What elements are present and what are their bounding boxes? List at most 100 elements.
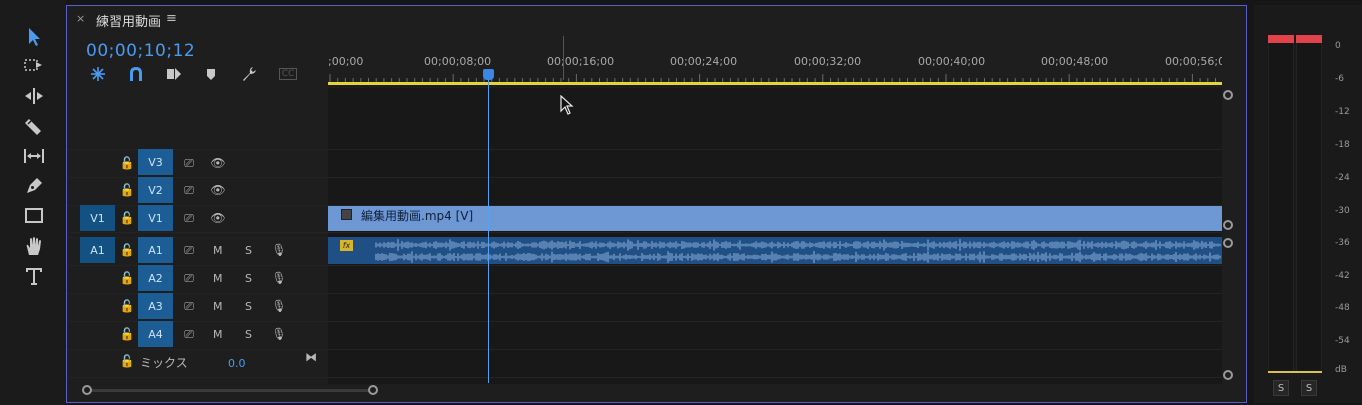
db-scale-label: -36 xyxy=(1335,238,1350,248)
source-patch-a1[interactable]: A1 xyxy=(80,237,115,263)
track-divider xyxy=(67,321,1222,322)
playhead-handle[interactable] xyxy=(483,69,494,80)
vscroll-handle-top[interactable] xyxy=(1223,90,1233,100)
hover-indicator-line xyxy=(563,36,564,80)
timeline-tab-bar xyxy=(67,6,1246,34)
ruler-label: 00;00;48;00 xyxy=(1041,55,1109,68)
db-scale-label: -42 xyxy=(1335,271,1350,281)
microphone-icon[interactable]: 🎙 xyxy=(270,241,288,259)
microphone-icon[interactable]: 🎙 xyxy=(270,325,288,343)
track-area[interactable] xyxy=(328,88,1222,384)
track-target-v3[interactable]: V3 xyxy=(138,149,173,175)
track-select-icon[interactable] xyxy=(20,54,48,78)
track-target-a4[interactable]: A4 xyxy=(138,321,173,347)
tools-panel xyxy=(0,0,66,405)
razor-icon[interactable] xyxy=(20,114,48,138)
ruler-label: 00;00;16;00 xyxy=(547,55,615,68)
mute-button[interactable]: M xyxy=(213,244,223,257)
lock-icon[interactable]: 🔓 xyxy=(118,241,136,259)
slip-icon[interactable] xyxy=(20,144,48,168)
microphone-icon[interactable]: 🎙 xyxy=(270,269,288,287)
playhead-line[interactable] xyxy=(488,75,489,383)
sync-lock-icon[interactable]: ⎚ xyxy=(180,325,198,343)
fx-badge: fx xyxy=(340,240,353,251)
ruler-label: ;00;00 xyxy=(328,55,364,68)
pen-icon[interactable] xyxy=(20,174,48,198)
track-target-a1[interactable]: A1 xyxy=(138,237,173,263)
selection-tool-icon[interactable] xyxy=(20,25,48,49)
hscroll-track[interactable] xyxy=(86,389,374,392)
solo-button[interactable]: S xyxy=(245,300,252,313)
sync-lock-icon[interactable]: ⎚ xyxy=(180,297,198,315)
sync-lock-icon[interactable]: ⎚ xyxy=(180,241,198,259)
db-scale-label: -24 xyxy=(1335,173,1350,183)
captions-icon[interactable]: CC xyxy=(277,65,299,83)
hand-icon[interactable] xyxy=(20,234,48,258)
solo-button[interactable]: S xyxy=(245,328,252,341)
vscroll-handle[interactable] xyxy=(1223,220,1233,230)
db-scale-label: -30 xyxy=(1335,206,1350,216)
lock-icon[interactable]: 🔓 xyxy=(118,154,136,172)
track-target-a2[interactable]: A2 xyxy=(138,265,173,291)
linked-selection-icon[interactable] xyxy=(164,65,184,83)
track-target-v1[interactable]: V1 xyxy=(138,205,173,231)
bowtie-icon[interactable]: ⧓ xyxy=(305,350,317,364)
add-marker-icon[interactable] xyxy=(201,65,221,83)
lock-icon[interactable]: 🔓 xyxy=(118,181,136,199)
microphone-icon[interactable]: 🎙 xyxy=(270,297,288,315)
ruler-label: 00;00;40;00 xyxy=(918,55,986,68)
db-scale-label: -12 xyxy=(1335,107,1350,117)
work-area-bar[interactable] xyxy=(328,82,1222,85)
lock-icon[interactable]: 🔓 xyxy=(118,297,136,315)
waveform-channel xyxy=(375,251,1221,263)
db-scale-label: -48 xyxy=(1335,303,1350,313)
eye-icon[interactable]: 👁 xyxy=(209,209,227,227)
meter-peak-right xyxy=(1296,35,1322,43)
vscroll-handle-bottom[interactable] xyxy=(1223,370,1233,380)
playhead-timecode[interactable]: 00;00;10;12 xyxy=(86,41,195,61)
vscroll-handle[interactable] xyxy=(1223,238,1233,248)
meter-solo-right[interactable]: S xyxy=(1301,380,1317,396)
mouse-cursor-icon xyxy=(560,95,574,115)
captions-label: CC xyxy=(278,68,298,80)
hscroll-handle-right[interactable] xyxy=(368,385,378,395)
audio-waveform xyxy=(375,239,1221,263)
ripple-edit-icon[interactable] xyxy=(20,84,48,108)
eye-icon[interactable]: 👁 xyxy=(209,181,227,199)
rectangle-icon[interactable] xyxy=(20,204,48,228)
sync-lock-icon[interactable]: ⎚ xyxy=(180,269,198,287)
track-target-a3[interactable]: A3 xyxy=(138,293,173,319)
lock-icon[interactable]: 🔓 xyxy=(118,209,136,227)
eye-icon[interactable]: 👁 xyxy=(209,154,227,172)
solo-button[interactable]: S xyxy=(245,244,252,257)
sync-lock-icon[interactable]: ⎚ xyxy=(180,154,198,172)
ruler-label: 00;00;24;00 xyxy=(670,55,738,68)
meter-solo-left[interactable]: S xyxy=(1273,380,1289,396)
meter-level-line xyxy=(1268,371,1322,373)
audio-clip[interactable] xyxy=(328,237,1222,264)
lock-icon[interactable]: 🔓 xyxy=(118,352,136,370)
lock-icon[interactable]: 🔓 xyxy=(118,269,136,287)
track-target-v2[interactable]: V2 xyxy=(138,177,173,203)
meter-right-channel xyxy=(1296,42,1322,372)
snap-magnet-icon[interactable] xyxy=(126,65,146,83)
ruler-label: 00;00;32;00 xyxy=(794,55,862,68)
mix-volume-value[interactable]: 0.0 xyxy=(228,357,246,370)
sync-lock-icon[interactable]: ⎚ xyxy=(180,181,198,199)
mute-button[interactable]: M xyxy=(213,328,223,341)
panel-menu-icon[interactable]: ≡ xyxy=(166,11,177,26)
mute-button[interactable]: M xyxy=(213,272,223,285)
hscroll-handle-left[interactable] xyxy=(82,385,92,395)
sequence-tab-title[interactable]: 練習用動画 xyxy=(96,11,161,30)
snap-nest-icon[interactable] xyxy=(88,65,108,83)
solo-button[interactable]: S xyxy=(245,272,252,285)
mute-button[interactable]: M xyxy=(213,300,223,313)
lock-icon[interactable]: 🔓 xyxy=(118,325,136,343)
tab-close-button[interactable]: × xyxy=(76,12,85,25)
type-icon[interactable] xyxy=(20,264,48,288)
track-divider xyxy=(67,177,1222,178)
source-patch-v1[interactable]: V1 xyxy=(80,205,115,231)
sync-lock-icon[interactable]: ⎚ xyxy=(180,209,198,227)
meter-left-channel xyxy=(1268,42,1294,372)
settings-wrench-icon[interactable] xyxy=(239,65,259,83)
